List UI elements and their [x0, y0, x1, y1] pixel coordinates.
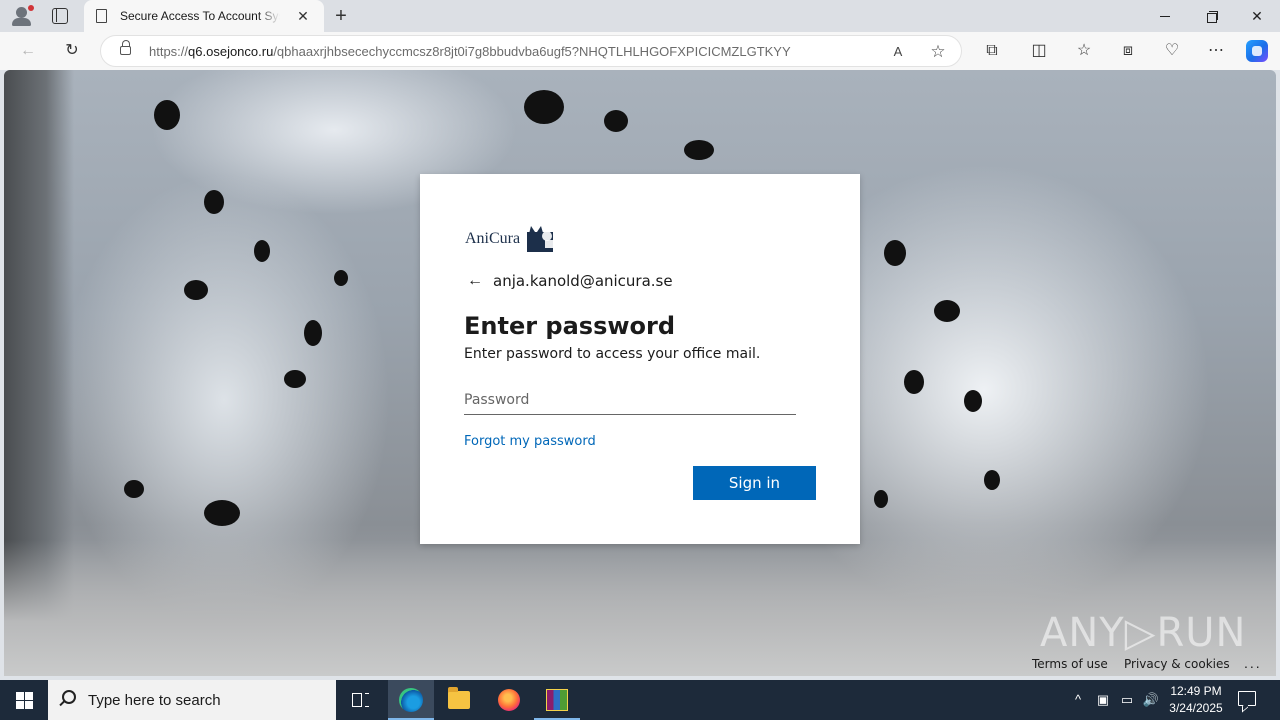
- tray-device-icon[interactable]: ▣: [1093, 690, 1113, 710]
- account-identity: anja.kanold@anicura.se: [493, 272, 673, 290]
- background-dog-spot: [184, 280, 208, 300]
- clock-date: 3/24/2025: [1169, 701, 1223, 715]
- company-logo: AniCura: [465, 224, 575, 254]
- add-favorite-star-icon[interactable]: ☆: [927, 41, 949, 63]
- background-dog-spot: [984, 470, 1000, 490]
- windows-taskbar: Type here to search ^ ▣ ▭ 🔊 12:49 PM 3/2…: [0, 680, 1280, 720]
- background-dog-spot: [884, 240, 906, 266]
- logo-text: AniCura: [465, 230, 521, 247]
- tray-overflow-chevron-icon[interactable]: ^: [1068, 690, 1088, 710]
- lock-icon[interactable]: [120, 40, 131, 55]
- taskbar-winrar-app[interactable]: [534, 680, 580, 720]
- url-path: /qbhaaxrjhbsecechyccmcsz8r8jt0i7g8bbudvb…: [273, 44, 791, 59]
- background-dog-spot: [524, 90, 564, 124]
- task-view-button[interactable]: [338, 680, 384, 720]
- browser-tab-bar: Secure Access To Account System ✕ + ✕: [0, 0, 1280, 32]
- browser-tab-active[interactable]: Secure Access To Account System ✕: [84, 0, 324, 32]
- collections-icon[interactable]: ⧈: [1116, 39, 1140, 63]
- search-icon: [62, 690, 76, 704]
- tab-actions-menu-icon[interactable]: [52, 8, 68, 24]
- page-subtitle: Enter password to access your office mai…: [464, 346, 761, 362]
- windows-logo-icon: [16, 692, 24, 700]
- background-dog-spot: [204, 190, 224, 214]
- settings-more-icon[interactable]: ⋯: [1204, 39, 1228, 63]
- taskbar-firefox-app[interactable]: [486, 680, 532, 720]
- url-domain: q6.osejonco.ru: [188, 44, 274, 59]
- tab-title: Secure Access To Account System: [120, 9, 280, 23]
- background-dog-spot: [904, 370, 924, 394]
- background-dog-spot: [964, 390, 982, 412]
- privacy-cookies-link[interactable]: Privacy & cookies: [1124, 657, 1230, 671]
- favorites-icon[interactable]: ☆: [1072, 39, 1096, 63]
- browser-essentials-icon[interactable]: ♡: [1160, 39, 1184, 63]
- background-dog-spot: [604, 110, 628, 132]
- background-dog-spot: [684, 140, 714, 160]
- tray-volume-icon[interactable]: 🔊: [1141, 690, 1161, 710]
- background-dog-spot: [874, 490, 888, 508]
- read-aloud-icon[interactable]: A: [887, 41, 909, 63]
- window-restore-button[interactable]: [1196, 4, 1226, 28]
- sign-in-button[interactable]: Sign in: [693, 466, 816, 500]
- taskbar-search-placeholder: Type here to search: [88, 692, 221, 709]
- background-dog-spot: [334, 270, 348, 286]
- taskbar-file-explorer-app[interactable]: [436, 680, 482, 720]
- window-close-button[interactable]: ✕: [1242, 4, 1272, 28]
- page-footer: Terms of use Privacy & cookies ...: [1006, 650, 1276, 676]
- footer-more-button[interactable]: ...: [1244, 655, 1262, 671]
- browser-toolbar: ← ↻ https://q6.osejonco.ru/qbhaaxrjhbsec…: [0, 32, 1280, 70]
- firefox-icon: [498, 689, 520, 711]
- background-dog-spot: [284, 370, 306, 388]
- profile-avatar-icon[interactable]: [10, 5, 34, 27]
- terms-of-use-link[interactable]: Terms of use: [1032, 657, 1108, 671]
- url-scheme: https://: [149, 44, 189, 59]
- edge-icon: [399, 688, 423, 712]
- tray-network-icon[interactable]: ▭: [1117, 690, 1137, 710]
- password-input[interactable]: [464, 385, 796, 415]
- background-dog-spot: [254, 240, 270, 262]
- page-icon: [96, 9, 107, 23]
- copilot-icon[interactable]: [1246, 40, 1268, 62]
- background-dog-spot: [154, 100, 180, 130]
- clock-time: 12:49 PM: [1170, 684, 1222, 698]
- refresh-button[interactable]: ↻: [60, 39, 84, 63]
- page-viewport: AniCura ← anja.kanold@anicura.se Enter p…: [4, 70, 1276, 676]
- background-dog-spot: [934, 300, 960, 322]
- cat-dog-logo-icon: [527, 226, 553, 252]
- winrar-icon: [546, 689, 568, 711]
- split-screen-icon[interactable]: ◫: [1027, 39, 1051, 63]
- tab-close-icon[interactable]: ✕: [294, 7, 312, 25]
- address-bar[interactable]: https://q6.osejonco.ru/qbhaaxrjhbsecechy…: [100, 35, 962, 67]
- start-button[interactable]: [0, 680, 48, 720]
- taskbar-search-box[interactable]: Type here to search: [48, 680, 336, 720]
- folder-icon: [448, 687, 470, 709]
- taskbar-clock[interactable]: 12:49 PM 3/24/2025: [1166, 683, 1226, 717]
- extensions-icon[interactable]: ⧉: [980, 39, 1004, 63]
- page-title: Enter password: [464, 312, 676, 340]
- login-card: AniCura ← anja.kanold@anicura.se Enter p…: [420, 174, 860, 544]
- background-dog-spot: [124, 480, 144, 498]
- taskbar-edge-app[interactable]: [388, 680, 434, 720]
- window-minimize-button[interactable]: [1150, 4, 1180, 28]
- background-dog-spot: [204, 500, 240, 526]
- notification-center-icon[interactable]: [1238, 691, 1256, 706]
- back-arrow-icon[interactable]: ←: [467, 273, 487, 289]
- back-button[interactable]: ←: [16, 39, 40, 63]
- new-tab-button[interactable]: +: [330, 5, 352, 27]
- background-dog-spot: [304, 320, 322, 346]
- forgot-password-link[interactable]: Forgot my password: [464, 434, 596, 449]
- url-text[interactable]: https://q6.osejonco.ru/qbhaaxrjhbsecechy…: [149, 44, 839, 59]
